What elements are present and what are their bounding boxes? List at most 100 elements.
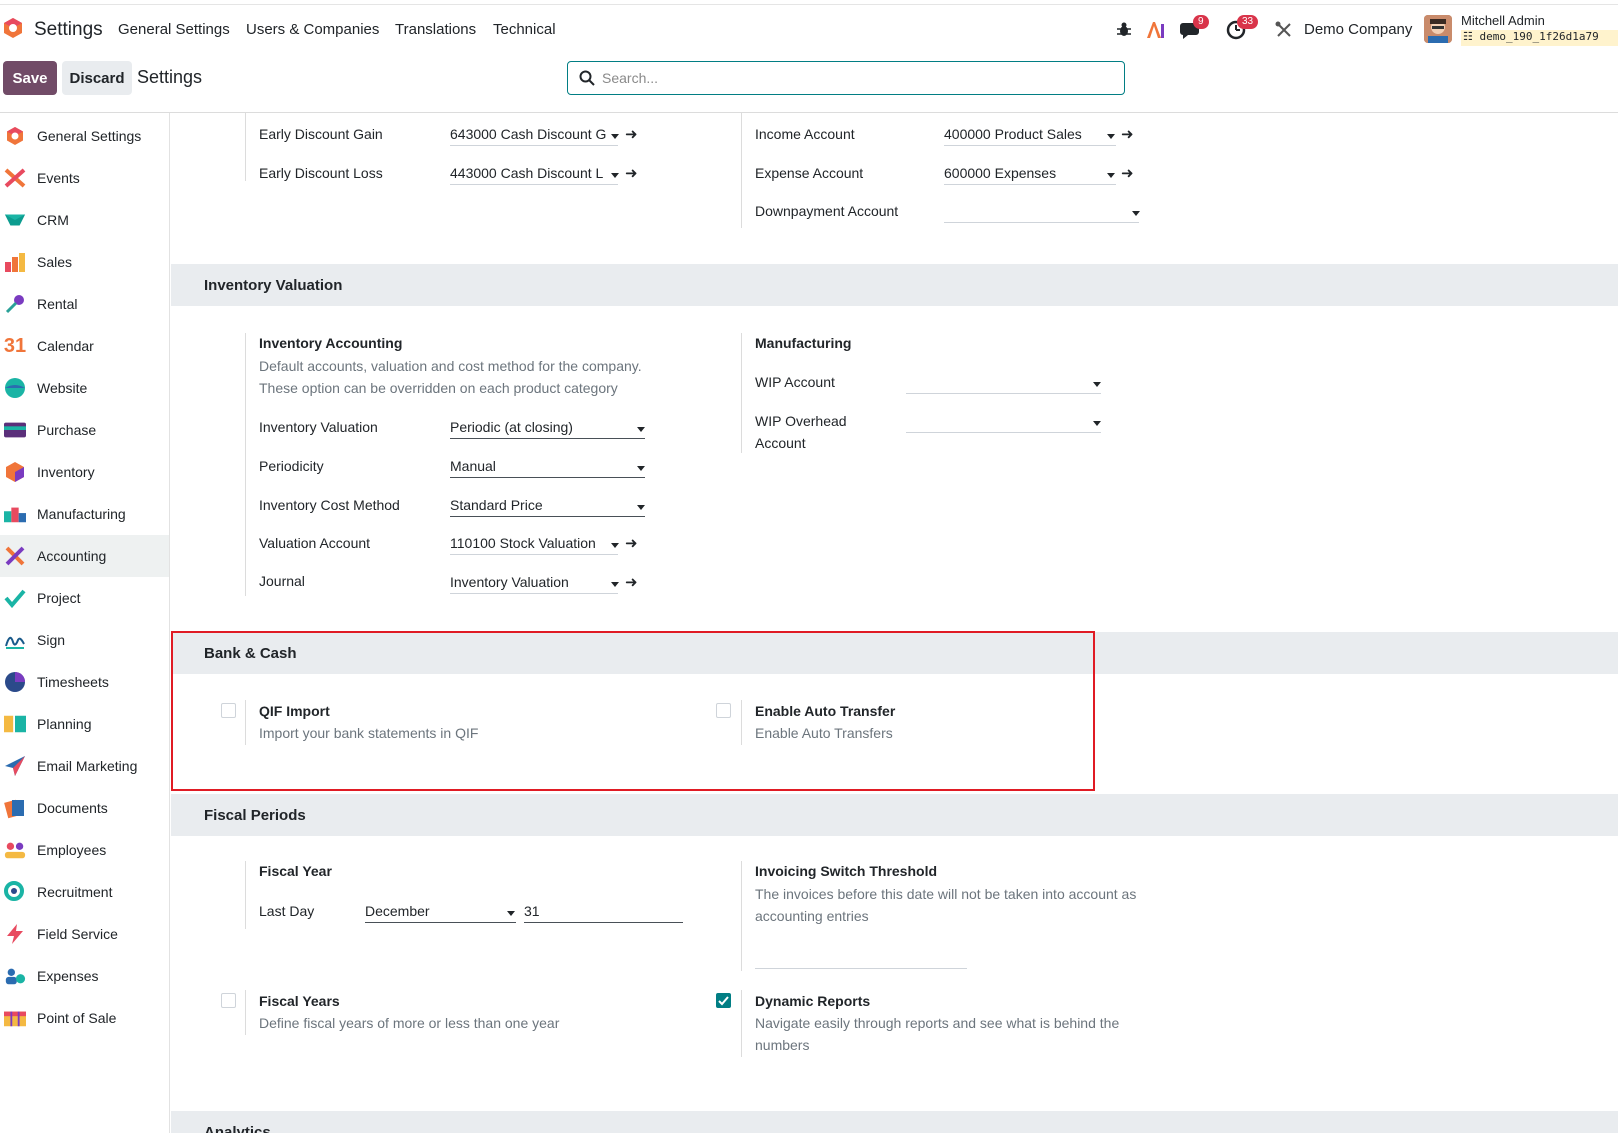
chevron-down-icon[interactable] [637,427,645,432]
sidebar-item-expenses[interactable]: Expenses [0,955,169,997]
chevron-down-icon[interactable] [611,543,619,548]
menu-general-settings[interactable]: General Settings [118,21,230,38]
section-header-fiscal-periods: Fiscal Periods [171,794,1618,836]
save-button[interactable]: Save [3,61,57,95]
early-discount-gain-value: 643000 Cash Discount G [450,126,607,142]
sidebar-item-label: Planning [37,716,92,732]
wip-overhead-label-line-1: WIP Overhead [755,413,847,429]
debug-bug-icon[interactable] [1115,21,1133,39]
chevron-down-icon[interactable] [1107,173,1115,178]
early-discount-loss-field[interactable]: 443000 Cash Discount L [450,163,618,185]
dynamic-reports-title: Dynamic Reports [755,993,871,1009]
wip-overhead-account-field[interactable] [906,411,1101,433]
search-box[interactable] [567,61,1125,95]
sidebar-item-manufacturing[interactable]: Manufacturing [0,493,169,535]
sidebar-item-calendar[interactable]: 31 Calendar [0,325,169,367]
project-check-icon [4,587,26,609]
chevron-down-icon[interactable] [1093,421,1101,426]
sidebar-item-events[interactable]: Events [0,157,169,199]
sidebar-item-general-settings[interactable]: General Settings [0,115,169,157]
internal-link-arrow-icon[interactable]: ➜ [625,125,638,143]
internal-link-arrow-icon[interactable]: ➜ [625,534,638,552]
user-name[interactable]: Mitchell Admin [1461,13,1545,28]
periodicity-select[interactable]: Manual [450,456,645,478]
sidebar-item-field-service[interactable]: Field Service [0,913,169,955]
sidebar-item-point-of-sale[interactable]: Point of Sale [0,997,169,1039]
user-avatar[interactable] [1424,15,1452,43]
discard-button[interactable]: Discard [62,61,132,95]
sidebar-item-label: Website [37,380,88,396]
fiscal-year-day-input[interactable]: 31 [524,901,683,923]
sidebar-item-rental[interactable]: Rental [0,283,169,325]
chevron-down-icon[interactable] [611,173,619,178]
chevron-down-icon[interactable] [507,911,515,916]
search-input[interactable] [602,68,1102,88]
wip-account-field[interactable] [906,372,1101,394]
sidebar-item-documents[interactable]: Documents [0,787,169,829]
dynamic-reports-desc-1: Navigate easily through reports and see … [755,1015,1120,1031]
accounting-icon [4,545,26,567]
sidebar-item-purchase[interactable]: Purchase [0,409,169,451]
sidebar-item-label: Sales [37,254,73,270]
messages-badge: 9 [1193,15,1209,29]
sidebar-item-sales[interactable]: Sales [0,241,169,283]
dynamic-reports-checkbox[interactable] [716,993,731,1008]
chevron-down-icon[interactable] [637,505,645,510]
income-account-field[interactable]: 400000 Product Sales [944,124,1116,146]
sidebar-item-inventory[interactable]: Inventory [0,451,169,493]
sidebar-item-label: Project [37,590,81,606]
company-switcher[interactable]: Demo Company [1304,21,1412,38]
inventory-cost-method-select[interactable]: Standard Price [450,495,645,517]
chevron-down-icon[interactable] [1107,134,1115,139]
chevron-down-icon[interactable] [1093,382,1101,387]
internal-link-arrow-icon[interactable]: ➜ [625,164,638,182]
sidebar-item-sign[interactable]: Sign [0,619,169,661]
sidebar-item-planning[interactable]: Planning [0,703,169,745]
divider [245,861,246,929]
divider [741,113,742,228]
sidebar-item-accounting[interactable]: Accounting [0,535,169,577]
planning-icon [4,713,26,735]
sidebar-item-project[interactable]: Project [0,577,169,619]
ai-icon[interactable] [1145,20,1165,40]
chevron-down-icon[interactable] [1132,211,1140,216]
internal-link-arrow-icon[interactable]: ➜ [1121,164,1134,182]
divider [245,990,246,1035]
tools-icon[interactable] [1275,21,1293,39]
app-title[interactable]: Settings [34,19,103,41]
menu-translations[interactable]: Translations [395,21,476,38]
crm-icon [4,209,26,231]
chevron-down-icon[interactable] [611,582,619,587]
last-day-label: Last Day [259,903,315,919]
sidebar-item-label: Events [37,170,80,186]
sidebar-item-recruitment[interactable]: Recruitment [0,871,169,913]
chevron-down-icon[interactable] [637,466,645,471]
downpayment-account-field[interactable] [944,201,1139,223]
sidebar-item-email-marketing[interactable]: Email Marketing [0,745,169,787]
sidebar-item-label: Field Service [37,926,118,942]
valuation-account-field[interactable]: 110100 Stock Valuation [450,533,618,555]
sidebar-item-employees[interactable]: Employees [0,829,169,871]
fiscal-years-desc: Define fiscal years of more or less than… [259,1015,560,1031]
app-logo-icon[interactable] [2,17,24,39]
fiscal-years-checkbox[interactable] [221,993,236,1008]
menu-technical[interactable]: Technical [493,21,556,38]
internal-link-arrow-icon[interactable]: ➜ [625,573,638,591]
invoicing-switch-threshold-date[interactable] [755,947,967,969]
sidebar-item-website[interactable]: Website [0,367,169,409]
chevron-down-icon[interactable] [611,134,619,139]
purchase-card-icon [4,419,26,441]
sidebar-item-timesheets[interactable]: Timesheets [0,661,169,703]
journal-field[interactable]: Inventory Valuation [450,572,618,594]
section-header-analytics: Analytics [171,1111,1618,1133]
fiscal-year-month-select[interactable]: December [365,901,516,923]
invoicing-switch-threshold-desc-2: accounting entries [755,908,869,924]
inventory-valuation-select[interactable]: Periodic (at closing) [450,417,645,439]
inventory-accounting-desc-1: Default accounts, valuation and cost met… [259,358,642,374]
early-discount-gain-field[interactable]: 643000 Cash Discount G [450,124,618,146]
menu-users-companies[interactable]: Users & Companies [246,21,379,38]
sidebar-item-crm[interactable]: CRM [0,199,169,241]
expense-account-field[interactable]: 600000 Expenses [944,163,1116,185]
invoicing-switch-threshold-desc-1: The invoices before this date will not b… [755,886,1137,902]
internal-link-arrow-icon[interactable]: ➜ [1121,125,1134,143]
